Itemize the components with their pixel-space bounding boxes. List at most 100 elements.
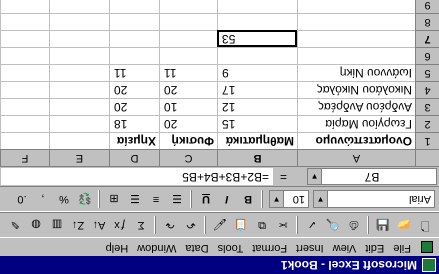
- row-header-9[interactable]: 9: [415, 0, 439, 13]
- name-box[interactable]: B7 ▼: [307, 168, 437, 185]
- currency-icon[interactable]: 💱: [75, 190, 95, 208]
- row-header-6[interactable]: 6: [415, 47, 439, 64]
- cell-e7[interactable]: [49, 30, 109, 47]
- cell-c7[interactable]: [159, 30, 217, 47]
- print-preview-icon[interactable]: 🔍: [323, 216, 343, 234]
- save-icon[interactable]: 💾: [373, 216, 393, 234]
- paste-icon[interactable]: 📋: [231, 216, 251, 234]
- cell-e1[interactable]: [49, 132, 109, 149]
- cell-a8[interactable]: [297, 13, 415, 30]
- row-header-4[interactable]: 4: [415, 81, 439, 98]
- cell-d4[interactable]: 20: [109, 81, 159, 98]
- align-left-icon[interactable]: ☰: [167, 190, 187, 208]
- spelling-icon[interactable]: ✓: [302, 216, 322, 234]
- menu-tools[interactable]: Tools: [218, 242, 244, 254]
- column-header-f[interactable]: F: [0, 149, 49, 166]
- menu-format[interactable]: Format: [252, 242, 287, 254]
- cell-a1[interactable]: Ονοματεπώνυμο: [297, 132, 415, 149]
- cell-e4[interactable]: [49, 81, 109, 98]
- cut-icon[interactable]: ✂: [273, 216, 293, 234]
- select-all-corner[interactable]: [415, 149, 439, 166]
- drawing-icon[interactable]: ✎: [5, 216, 25, 234]
- cell-e8[interactable]: [49, 13, 109, 30]
- cell-d6[interactable]: [109, 47, 159, 64]
- menu-view[interactable]: View: [333, 242, 357, 254]
- cell-f9[interactable]: [0, 0, 49, 13]
- format-painter-icon[interactable]: 🖌: [210, 216, 230, 234]
- cell-c3[interactable]: 10: [159, 98, 217, 115]
- cell-e9[interactable]: [49, 0, 109, 13]
- column-header-a[interactable]: A: [297, 149, 415, 166]
- cell-d8[interactable]: [109, 13, 159, 30]
- excel-app-icon[interactable]: [422, 258, 436, 272]
- cell-a9[interactable]: [297, 0, 415, 13]
- menu-file[interactable]: File: [393, 242, 411, 254]
- cell-e5[interactable]: [49, 64, 109, 81]
- font-name-select[interactable]: Arial ▼: [313, 190, 435, 208]
- cell-c5[interactable]: 11: [159, 64, 217, 81]
- cell-a7[interactable]: [297, 30, 415, 47]
- cell-b1[interactable]: Μαθηματικά: [217, 132, 297, 149]
- new-icon[interactable]: 🗋: [415, 216, 435, 234]
- row-header-5[interactable]: 5: [415, 64, 439, 81]
- cell-f6[interactable]: [0, 47, 49, 64]
- menu-window[interactable]: Window: [137, 242, 176, 254]
- cell-a4[interactable]: Νικολάου Νικόλας: [297, 81, 415, 98]
- sort-descending-icon[interactable]: Z↓: [68, 216, 88, 234]
- cell-f4[interactable]: [0, 81, 49, 98]
- cell-c9[interactable]: [159, 0, 217, 13]
- cell-f2[interactable]: [0, 115, 49, 132]
- cell-d1[interactable]: Χημεία: [109, 132, 159, 149]
- underline-button[interactable]: U: [196, 190, 216, 208]
- menu-data[interactable]: Data: [185, 242, 208, 254]
- cell-e3[interactable]: [49, 98, 109, 115]
- cell-d2[interactable]: 18: [109, 115, 159, 132]
- map-icon[interactable]: ◍: [26, 216, 46, 234]
- cell-a3[interactable]: Ανδρέου Ανδρέας: [297, 98, 415, 115]
- merge-center-icon[interactable]: ⊞: [104, 190, 124, 208]
- font-size-select[interactable]: 10 ▼: [269, 190, 309, 208]
- cell-d7[interactable]: [109, 30, 159, 47]
- cell-e2[interactable]: [49, 115, 109, 132]
- print-icon[interactable]: ⎙: [344, 216, 364, 234]
- menu-insert[interactable]: Insert: [296, 242, 324, 254]
- cell-a2[interactable]: Γεωργίου Μαρία: [297, 115, 415, 132]
- cell-f7[interactable]: [0, 30, 49, 47]
- row-header-3[interactable]: 3: [415, 98, 439, 115]
- cell-a6[interactable]: [297, 47, 415, 64]
- bold-button[interactable]: B: [238, 190, 258, 208]
- row-header-8[interactable]: 8: [415, 13, 439, 30]
- italic-button[interactable]: I: [217, 190, 237, 208]
- menu-edit[interactable]: Edit: [365, 242, 384, 254]
- cell-c1[interactable]: Φυσική: [159, 132, 217, 149]
- open-icon[interactable]: 📂: [394, 216, 414, 234]
- row-header-7[interactable]: 7: [415, 30, 439, 47]
- function-icon[interactable]: ƒx: [110, 216, 130, 234]
- workbook-icon[interactable]: [421, 241, 433, 253]
- cell-f5[interactable]: [0, 64, 49, 81]
- cell-c4[interactable]: 20: [159, 81, 217, 98]
- increase-decimal-icon[interactable]: .0: [12, 190, 32, 208]
- cell-b7[interactable]: 53: [217, 30, 297, 47]
- cell-b4[interactable]: 17: [217, 81, 297, 98]
- cell-b6[interactable]: [217, 47, 297, 64]
- formula-equals-sign[interactable]: =: [280, 170, 287, 184]
- cell-d9[interactable]: [109, 0, 159, 13]
- column-header-c[interactable]: C: [159, 149, 217, 166]
- cell-f8[interactable]: [0, 13, 49, 30]
- align-center-icon[interactable]: ≡: [146, 190, 166, 208]
- cell-c6[interactable]: [159, 47, 217, 64]
- row-header-1[interactable]: 1: [415, 132, 439, 149]
- menu-help[interactable]: Help: [106, 242, 129, 254]
- cell-b2[interactable]: 15: [217, 115, 297, 132]
- cell-d5[interactable]: 11: [109, 64, 159, 81]
- cell-b3[interactable]: 12: [217, 98, 297, 115]
- sort-ascending-icon[interactable]: A↓: [89, 216, 109, 234]
- formula-input[interactable]: =B2+B3+B4+B5: [1, 168, 273, 185]
- cell-f3[interactable]: [0, 98, 49, 115]
- cell-a5[interactable]: Ιωάννου Νίκη: [297, 64, 415, 81]
- row-header-2[interactable]: 2: [415, 115, 439, 132]
- cell-c2[interactable]: 20: [159, 115, 217, 132]
- cell-b9[interactable]: [217, 0, 297, 13]
- cell-c8[interactable]: [159, 13, 217, 30]
